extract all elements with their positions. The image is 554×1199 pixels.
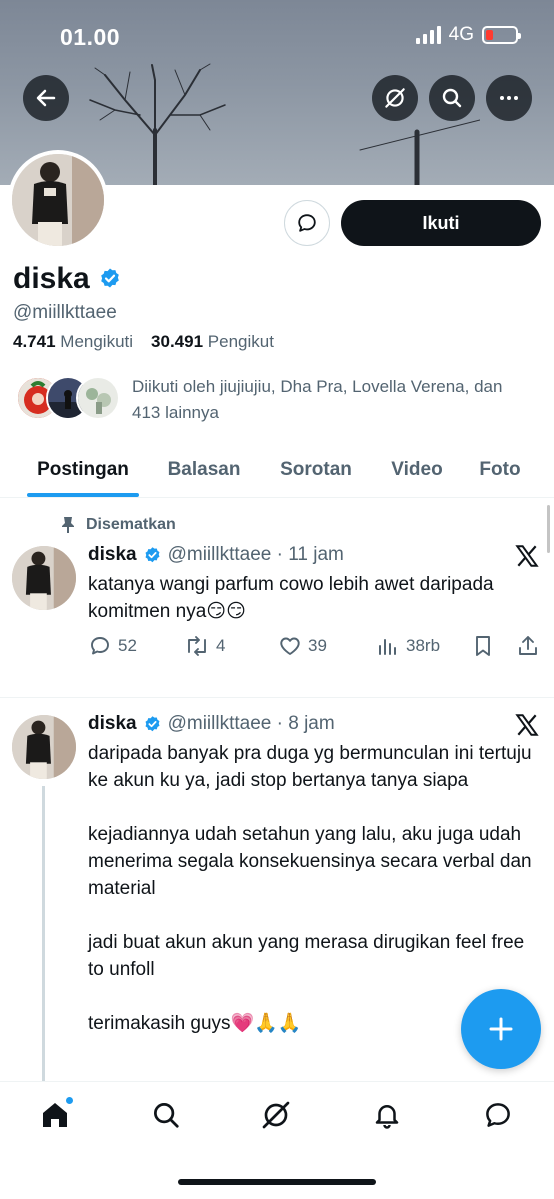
post-text: daripada banyak pra duga yg bermunculan … <box>88 743 532 1034</box>
tab-postingan[interactable]: Postingan <box>27 442 139 497</box>
views-button[interactable]: 38rb <box>376 634 440 658</box>
views-count: 38rb <box>406 636 441 655</box>
scrollbar[interactable] <box>547 505 550 553</box>
grok-icon <box>385 88 405 108</box>
search-button[interactable] <box>429 75 475 121</box>
pin-icon <box>62 517 74 533</box>
repost-count: 4 <box>216 636 226 655</box>
status-time: 01.00 <box>60 24 121 50</box>
arrow-left-icon <box>36 89 56 107</box>
profile-avatar[interactable] <box>8 150 108 250</box>
profile-handle: @miillkttaee <box>13 302 117 323</box>
following-count: 4.741 <box>13 332 56 351</box>
reply-count: 52 <box>118 636 137 655</box>
message-bubble-icon <box>486 1103 510 1127</box>
profile-display-name: diska <box>13 262 90 295</box>
avatar-photo <box>12 715 76 779</box>
followers-label: Pengikut <box>207 332 274 351</box>
repost-button[interactable]: 4 <box>184 634 225 658</box>
post-avatar[interactable] <box>12 546 76 610</box>
followers-link[interactable]: 30.491 Pengikut <box>151 332 274 352</box>
banner-tree-image <box>89 63 480 185</box>
grok-button[interactable] <box>372 75 418 121</box>
plus-icon <box>489 1017 513 1041</box>
tab-foto[interactable]: Foto <box>475 442 525 497</box>
follower-avatar <box>76 376 120 420</box>
notification-dot <box>65 1096 74 1105</box>
verified-badge-icon <box>145 546 160 562</box>
network-label: 4G <box>448 24 474 45</box>
post-text: katanya wangi parfum cowo lebih awet dar… <box>88 574 494 622</box>
share-icon <box>519 636 537 655</box>
more-options-button[interactable] <box>486 75 532 121</box>
signal-icon <box>415 26 441 44</box>
verified-badge-icon <box>145 715 160 731</box>
post-avatar[interactable] <box>12 715 76 779</box>
avatar-photo <box>12 154 104 246</box>
post-handle-time: @miillkttaee · 8 jam <box>167 713 335 734</box>
search-icon <box>154 1103 179 1128</box>
views-chart-icon <box>379 639 396 655</box>
search-icon <box>442 88 462 108</box>
follow-stats: 4.741 Mengikuti 30.491 Pengikut <box>13 332 274 352</box>
like-count: 39 <box>308 636 327 655</box>
bookmark-button[interactable] <box>472 634 494 658</box>
nav-notifications[interactable] <box>370 1098 404 1132</box>
reply-icon <box>91 637 109 655</box>
post-handle-time: @miillkttaee · 11 jam <box>167 544 344 565</box>
nav-home[interactable] <box>38 1096 74 1132</box>
compose-post-button[interactable] <box>461 989 541 1069</box>
home-indicator[interactable] <box>178 1179 376 1185</box>
post-author-name[interactable]: diska <box>88 544 137 566</box>
more-icon <box>500 96 518 100</box>
grok-icon <box>262 1101 290 1129</box>
following-label: Mengikuti <box>60 332 134 351</box>
profile-name-row: diska <box>13 262 122 296</box>
tab-balasan[interactable]: Balasan <box>163 442 245 497</box>
status-indicators: 4G <box>415 24 521 46</box>
avatar-photo <box>12 546 76 610</box>
heart-icon <box>280 637 300 655</box>
pinned-label: Disematkan <box>86 516 176 533</box>
nav-grok[interactable] <box>259 1098 293 1132</box>
post-author-name[interactable]: diska <box>88 713 137 735</box>
battery-icon <box>482 26 521 44</box>
following-link[interactable]: 4.741 Mengikuti <box>13 332 133 352</box>
post-divider <box>0 697 554 698</box>
x-logo-icon[interactable] <box>514 712 540 738</box>
thread-line <box>42 786 45 1081</box>
reply-button[interactable]: 52 <box>88 634 137 658</box>
profile-tabs: Postingan Balasan Sorotan Video Foto <box>0 442 554 498</box>
bookmark-icon <box>476 636 490 656</box>
follow-button[interactable]: Ikuti <box>341 200 541 246</box>
post-header: diska @miillkttaee · 11 jam <box>88 544 344 566</box>
nav-search[interactable] <box>149 1098 183 1132</box>
followers-you-know-avatars <box>16 374 120 424</box>
followed-by-text: Diikuti oleh jiujiujiu, Dha Pra, Lovella… <box>132 377 503 422</box>
tab-video[interactable]: Video <box>387 442 447 497</box>
pinned-indicator: Disematkan <box>60 516 176 534</box>
message-bubble-icon <box>298 214 316 232</box>
x-logo-icon[interactable] <box>514 543 540 569</box>
message-button[interactable] <box>284 200 330 246</box>
post-header: diska @miillkttaee · 8 jam <box>88 713 335 735</box>
verified-badge-icon[interactable] <box>98 267 122 291</box>
repost-icon <box>188 636 206 656</box>
like-button[interactable]: 39 <box>278 634 327 658</box>
nav-messages[interactable] <box>481 1098 515 1132</box>
followed-by-row[interactable]: Diikuti oleh jiujiujiu, Dha Pra, Lovella… <box>16 374 522 426</box>
followers-count: 30.491 <box>151 332 204 351</box>
bell-icon <box>375 1105 399 1129</box>
share-button[interactable] <box>516 634 540 658</box>
back-button[interactable] <box>23 75 69 121</box>
post-actions: 52 4 39 38rb <box>88 634 540 664</box>
tab-sorotan[interactable]: Sorotan <box>275 442 357 497</box>
